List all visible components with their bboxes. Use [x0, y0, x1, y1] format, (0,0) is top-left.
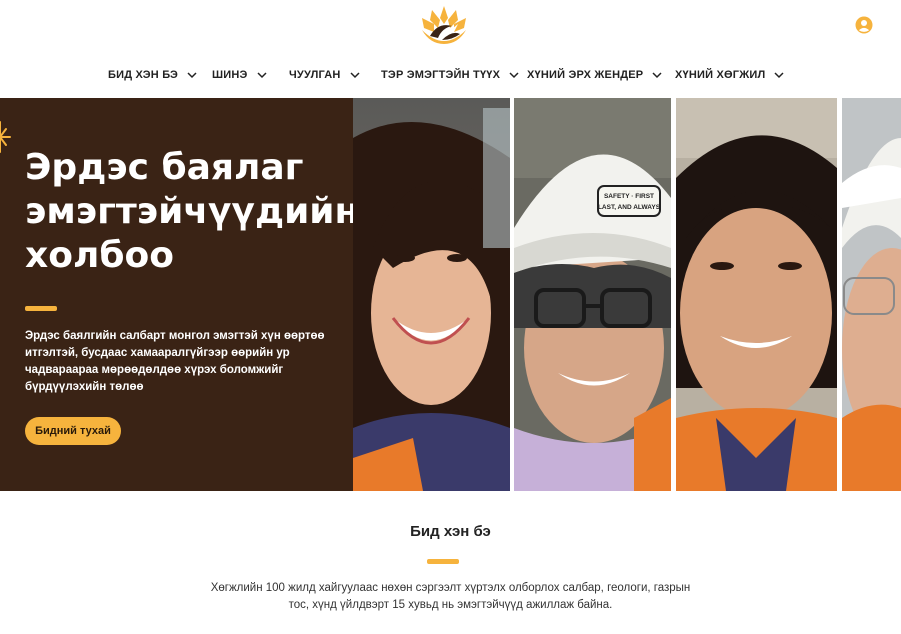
accent-divider: [25, 306, 57, 311]
accent-divider: [427, 559, 459, 564]
nav-item-label: ХҮНИЙ ЭРХ ЖЕНДЕР: [527, 69, 644, 81]
user-circle-icon[interactable]: [855, 16, 873, 34]
portrait-photo-4: [842, 98, 901, 491]
hero-title: Эрдэс баялаг эмэгтэйчүүдийн холбоо: [25, 146, 353, 278]
main-nav: БИД ХЭН БЭ ШИНЭ ЧУУЛГАН ТЭР ЭМЭГТЭЙН ТҮҮ…: [0, 64, 901, 86]
hero-description-line: Эрдэс баялгийн салбарт монгол эмэгтэй хү…: [25, 330, 325, 342]
lotus-logo-icon[interactable]: [418, 2, 470, 46]
helmet-sticker: SAFETY · FIRST LAST, AND ALWAYS: [597, 185, 661, 217]
helmet-sticker-text: SAFETY · FIRST: [604, 193, 654, 200]
nav-item-label: ЧУУЛГАН: [289, 69, 341, 81]
section-description-line: тос, хүнд үйлдвэрт 15 хувьд нь эмэгтэйчү…: [288, 599, 613, 611]
hero-description-line: бүрдүүлэхийн төлөө: [25, 381, 144, 393]
nav-item-who-we-are[interactable]: БИД ХЭН БЭ: [108, 64, 198, 86]
helmet-sticker-text: LAST, AND ALWAYS: [598, 204, 661, 211]
site-header: БИД ХЭН БЭ ШИНЭ ЧУУЛГАН ТЭР ЭМЭГТЭЙН ТҮҮ…: [0, 0, 901, 98]
nav-item-label: БИД ХЭН БЭ: [108, 69, 179, 81]
nav-item-human-development[interactable]: ХҮНИЙ ХӨГЖИЛ: [675, 64, 785, 86]
nav-item-label: ШИНЭ: [212, 69, 248, 81]
chevron-down-icon: [509, 72, 519, 79]
section-description: Хөгжлийн 100 жилд хайгуулаас нөхөн сэргэ…: [150, 580, 751, 614]
nav-item-conference[interactable]: ЧУУЛГАН: [289, 64, 361, 86]
hero-section: Эрдэс баялаг эмэгтэйчүүдийн холбоо Эрдэс…: [0, 98, 901, 491]
hero-title-line: Эрдэс баялаг: [25, 147, 304, 188]
hero-panel: Эрдэс баялаг эмэгтэйчүүдийн холбоо Эрдэс…: [0, 98, 353, 491]
portrait-photo-2: SAFETY · FIRST LAST, AND ALWAYS: [514, 98, 671, 491]
hero-description-line: итгэлтэй, бусдаас хамааралгүйгээр өөрийн…: [25, 347, 290, 359]
chevron-down-icon: [652, 72, 662, 79]
hero-description-line: чадвараараа мөрөөдөлдөө хүрэх боломжийг: [25, 364, 284, 376]
chevron-down-icon: [187, 72, 197, 79]
portrait-photo-3: [676, 98, 837, 491]
nav-item-label: ХҮНИЙ ХӨГЖИЛ: [675, 69, 766, 81]
portrait-photo-1: [353, 98, 510, 491]
about-us-button[interactable]: Бидний тухай: [25, 417, 121, 445]
section-title-who-we-are: Бид хэн бэ: [410, 523, 491, 540]
nav-item-label: ТЭР ЭМЭГТЭЙН ТҮҮХ: [381, 69, 501, 81]
chevron-down-icon: [350, 72, 360, 79]
hero-photo-collage: SAFETY · FIRST LAST, AND ALWAYS: [353, 98, 901, 491]
hero-title-line: холбоо: [25, 235, 174, 276]
section-description-line: Хөгжлийн 100 жилд хайгуулаас нөхөн сэргэ…: [210, 582, 691, 594]
chevron-down-icon: [774, 72, 784, 79]
sparkle-icon: [0, 121, 11, 153]
nav-item-human-rights-gender[interactable]: ХҮНИЙ ЭРХ ЖЕНДЕР: [527, 64, 663, 86]
nav-item-her-story[interactable]: ТЭР ЭМЭГТЭЙН ТҮҮХ: [381, 64, 520, 86]
nav-item-news[interactable]: ШИНЭ: [212, 64, 268, 86]
hero-title-line: эмэгтэйчүүдийн: [25, 191, 353, 232]
hero-description: Эрдэс баялгийн салбарт монгол эмэгтэй хү…: [25, 328, 325, 396]
chevron-down-icon: [257, 72, 267, 79]
